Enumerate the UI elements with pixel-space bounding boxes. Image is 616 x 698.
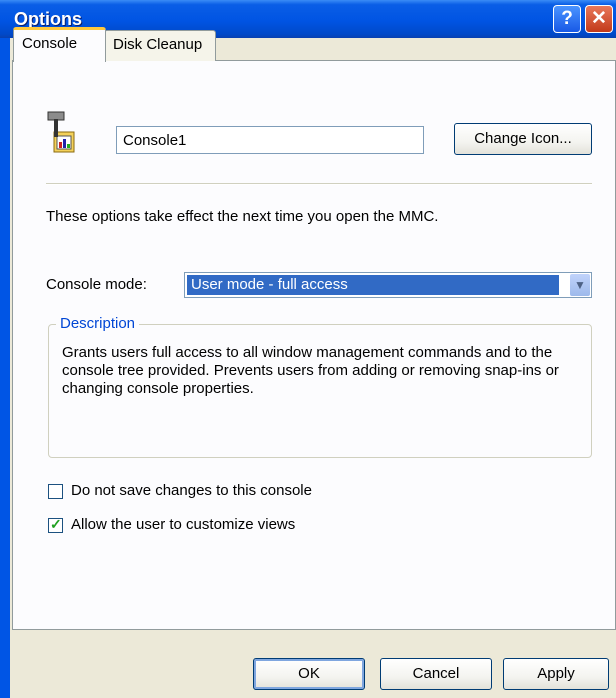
description-text: Grants users full access to all window m… bbox=[62, 344, 559, 397]
no-save-label[interactable]: Do not save changes to this console bbox=[71, 482, 312, 499]
no-save-checkbox[interactable] bbox=[48, 484, 63, 499]
console-name-input[interactable]: Console1 bbox=[116, 126, 424, 154]
divider bbox=[46, 183, 592, 185]
help-button[interactable]: ? bbox=[553, 5, 581, 33]
checkmark-icon: ✓ bbox=[50, 516, 62, 532]
tab-disk-cleanup[interactable]: Disk Cleanup bbox=[104, 30, 216, 61]
chevron-down-icon[interactable]: ▼ bbox=[570, 274, 590, 296]
tab-console-label: Console bbox=[22, 35, 78, 52]
tab-disk-cleanup-label: Disk Cleanup bbox=[113, 36, 203, 53]
ok-button[interactable]: OK bbox=[253, 658, 365, 690]
change-icon-button[interactable]: Change Icon... bbox=[454, 123, 592, 155]
console-mode-label: Console mode: bbox=[46, 276, 147, 293]
console-hammer-icon bbox=[47, 111, 75, 153]
close-button[interactable]: ✕ bbox=[585, 5, 613, 33]
console-mode-value: User mode - full access bbox=[186, 274, 560, 296]
cancel-button[interactable]: Cancel bbox=[380, 658, 492, 690]
customize-views-label[interactable]: Allow the user to customize views bbox=[71, 516, 295, 533]
info-text: These options take effect the next time … bbox=[46, 208, 439, 225]
window-border bbox=[0, 38, 10, 698]
apply-button[interactable]: Apply bbox=[503, 658, 609, 690]
tab-console[interactable]: Console bbox=[13, 27, 106, 62]
options-dialog: Options ? ✕ Console Disk Cleanup Console… bbox=[0, 0, 616, 698]
console-mode-select[interactable]: User mode - full access ▼ bbox=[184, 272, 592, 298]
customize-views-checkbox[interactable]: ✓ bbox=[48, 516, 63, 533]
description-title: Description bbox=[56, 315, 140, 332]
